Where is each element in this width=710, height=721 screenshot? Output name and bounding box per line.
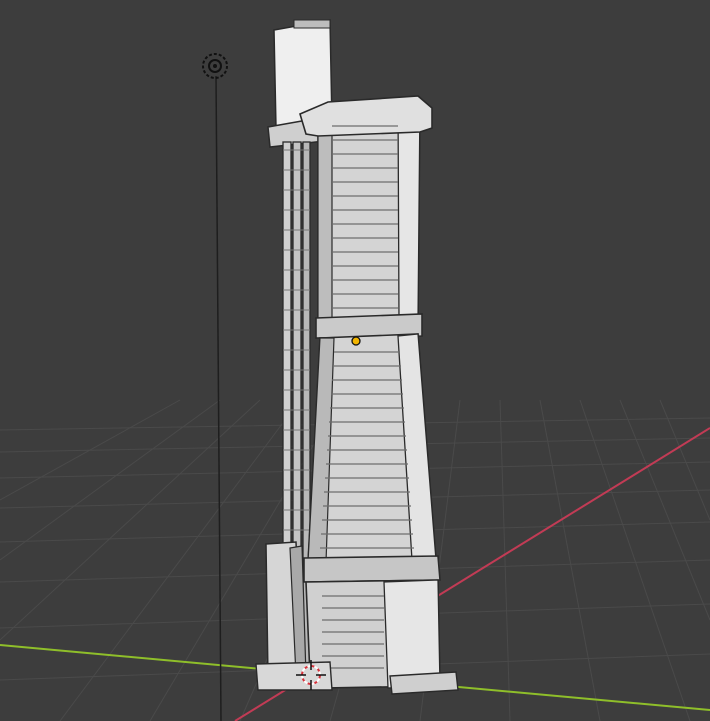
viewport-canvas[interactable] (0, 0, 710, 721)
tower-model[interactable] (255, 19, 459, 695)
3d-viewport[interactable] (0, 0, 710, 721)
light-icon[interactable] (202, 53, 228, 79)
lower-band[interactable] (303, 555, 441, 583)
light-direction-line (215, 75, 222, 721)
front-platform[interactable] (389, 671, 459, 695)
object-origin-icon[interactable] (351, 336, 361, 346)
